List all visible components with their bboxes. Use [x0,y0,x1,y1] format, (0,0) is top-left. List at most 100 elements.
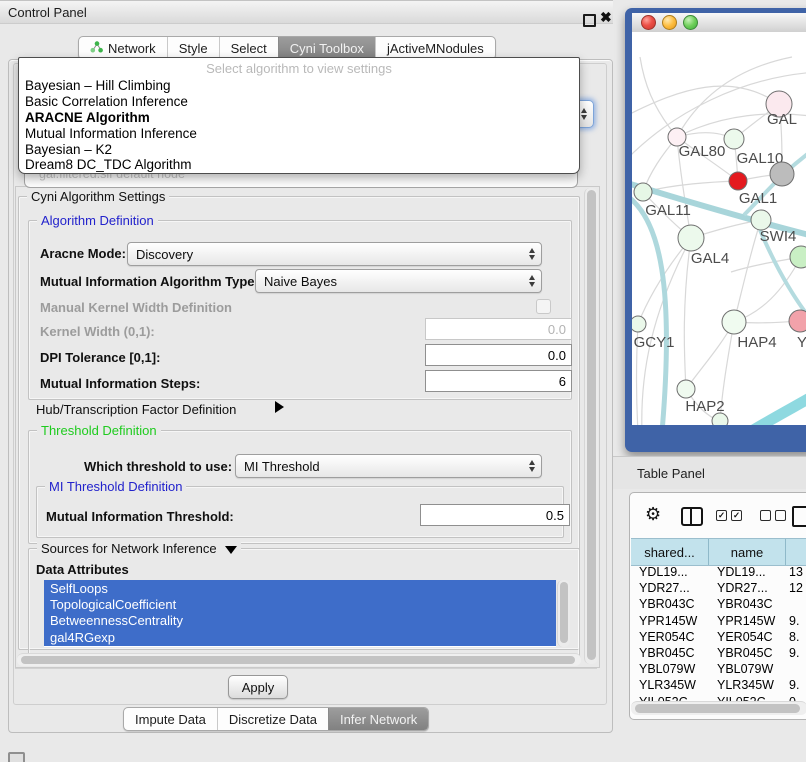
tab-style[interactable]: Style [167,37,219,59]
table-row[interactable]: YBL079WYBL079W [631,661,806,677]
network-node[interactable] [790,246,806,268]
table-cell[interactable]: 13 [786,565,806,579]
column-header-truncated[interactable] [786,539,806,565]
dpi-tolerance-value: 0.0 [548,348,566,363]
table-cell[interactable]: YPR145W [709,614,786,628]
table-cell[interactable]: YDR27... [709,581,786,595]
network-node-label: GAL4 [691,250,729,267]
column-header-shared-name-label: shared... [644,545,695,560]
network-node[interactable] [724,129,744,149]
table-cell[interactable]: YPR145W [631,614,709,628]
float-window-icon[interactable] [583,14,596,27]
table-cell[interactable]: YBL079W [709,662,786,676]
attribute-list-item[interactable]: gal4RGexp [44,629,556,645]
table-cell[interactable]: YBL079W [631,662,709,676]
network-node[interactable] [729,172,747,190]
tab-discretize-data[interactable]: Discretize Data [217,708,328,730]
tab-infer-network[interactable]: Infer Network [328,708,428,730]
table-cell[interactable]: YLR345W [631,678,709,692]
apply-button-label: Apply [242,680,275,695]
table-row[interactable]: YDR27...YDR27...12 [631,580,806,596]
table-cell[interactable]: 9. [786,678,806,692]
table-row[interactable]: YLR345WYLR345W9. [631,677,806,693]
column-header-name-label: name [731,545,764,560]
network-node[interactable] [677,380,695,398]
close-icon[interactable]: ✖ [600,9,612,26]
attribute-list-item[interactable]: BetweennessCentrality [44,613,556,629]
mi-steps-field[interactable]: 6 [425,370,572,392]
table-horizontal-scrollbar[interactable] [631,701,806,715]
window-zoom-icon[interactable] [683,15,698,30]
which-threshold-combo[interactable]: MI Threshold [235,454,542,478]
table-row[interactable]: YPR145WYPR145W9. [631,613,806,629]
table-cell[interactable]: YDL19... [709,565,786,579]
gear-icon[interactable]: ⚙ [645,504,661,525]
network-node[interactable] [632,316,646,332]
tab-network[interactable]: Network [79,37,167,59]
network-node[interactable] [722,310,746,334]
dpi-tolerance-field[interactable]: 0.0 [425,344,572,366]
algorithm-popup-item[interactable]: Dream8 DC_TDC Algorithm [19,157,579,173]
settings-vertical-scrollbar[interactable] [584,188,598,664]
algorithm-popup-item[interactable]: Mutual Information Inference [19,125,579,141]
mi-type-combo[interactable]: Naive Bayes [255,269,542,293]
manual-kernel-checkbox[interactable] [536,299,551,314]
table-cell[interactable]: YBR043C [709,597,786,611]
select-all-columns-icon[interactable]: ✓✓ [716,510,742,521]
apply-button[interactable]: Apply [228,675,288,699]
settings-horizontal-scrollbar[interactable] [17,653,581,666]
algorithm-popup-item[interactable]: ARACNE Algorithm [19,110,579,126]
data-attributes-list[interactable]: SelfLoopsTopologicalCoefficientBetweenne… [44,580,556,647]
network-node[interactable] [634,183,652,201]
tab-select[interactable]: Select [219,37,278,59]
table-cell[interactable]: 8. [786,630,806,644]
algorithm-popup-item[interactable]: Bayesian – Hill Climbing [19,78,579,94]
tab-impute-data[interactable]: Impute Data [124,708,217,730]
network-node[interactable] [712,413,728,425]
network-node[interactable] [789,310,806,332]
table-cell[interactable]: 9. [786,646,806,660]
deselect-columns-icon[interactable] [760,510,786,521]
expander-right-arrow-icon[interactable] [275,401,284,413]
split-columns-icon[interactable] [681,507,703,526]
network-node[interactable] [770,162,794,186]
tab-style-label: Style [179,41,208,56]
table-cell[interactable]: 9. [786,614,806,628]
attributes-vertical-scrollbar[interactable] [557,580,570,647]
which-threshold-label: Which threshold to use: [84,459,232,474]
table-cell[interactable]: YDR27... [631,581,709,595]
tab-cyni-toolbox[interactable]: Cyni Toolbox [278,37,375,59]
table-cell[interactable]: YBR045C [631,646,709,660]
mi-threshold-field[interactable]: 0.5 [420,504,570,526]
document-icon[interactable] [792,506,806,527]
table-row[interactable]: YER054CYER054C8. [631,629,806,645]
table-cell[interactable]: YER054C [631,630,709,644]
column-header-shared-name[interactable]: shared... [631,539,709,565]
tab-jactivemnodules[interactable]: jActiveMNodules [375,37,495,59]
table-row[interactable]: YDL19...YDL19...13 [631,564,806,580]
aracne-mode-combo[interactable]: Discovery [127,242,542,266]
table-cell[interactable]: YBR045C [709,646,786,660]
algorithm-popup-item[interactable]: Basic Correlation Inference [19,94,579,110]
network-view-canvas[interactable]: GALGAL80GAL10GAL1GAL11SWI4GAL4GCY1HAP4YH… [632,32,806,425]
docked-panel-icon[interactable] [8,752,25,762]
table-row[interactable]: YBR043CYBR043C [631,596,806,612]
column-header-name[interactable]: name [709,539,786,565]
attribute-list-item[interactable]: SelfLoops [44,580,556,596]
attribute-list-item[interactable]: TopologicalCoefficient [44,596,556,612]
table-cell[interactable]: 12 [786,581,806,595]
screen: Control Panel ✖ Network Style Select Cyn… [0,0,806,762]
window-close-icon[interactable] [641,15,656,30]
network-node[interactable] [751,210,771,230]
table-cell[interactable]: YDL19... [631,565,709,579]
table-cell[interactable]: YBR043C [631,597,709,611]
table-row[interactable]: YBR045CYBR045C9. [631,645,806,661]
kernel-width-field[interactable]: 0.0 [425,318,572,340]
table-cell[interactable]: YLR345W [709,678,786,692]
window-minimize-icon[interactable] [662,15,677,30]
table-cell[interactable]: YER054C [709,630,786,644]
hub-definition-expander-label[interactable]: Hub/Transcription Factor Definition [36,402,236,417]
algorithm-popup-item[interactable]: Bayesian – K2 [19,141,579,157]
network-node[interactable] [678,225,704,251]
sources-title[interactable]: Sources for Network Inference [37,541,241,556]
